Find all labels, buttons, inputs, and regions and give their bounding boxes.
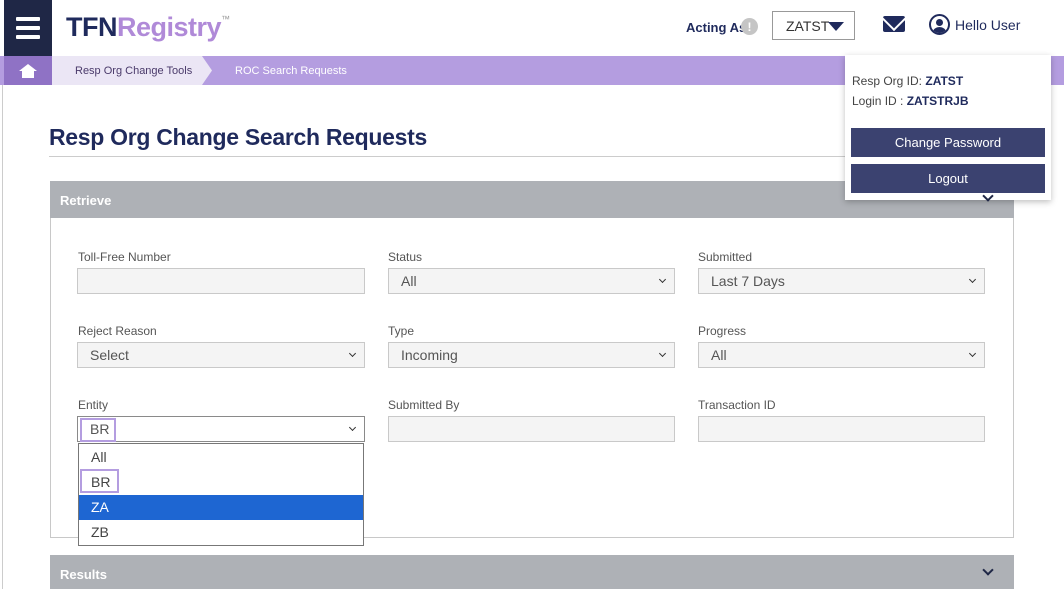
entity-value-highlight bbox=[80, 418, 116, 442]
chevron-down-icon bbox=[658, 275, 667, 284]
change-password-button[interactable]: Change Password bbox=[851, 128, 1045, 157]
toll-free-number-label: Toll-Free Number bbox=[78, 250, 171, 264]
caret-down-icon bbox=[828, 22, 844, 31]
status-label: Status bbox=[388, 250, 423, 264]
entity-option-br[interactable]: BR bbox=[79, 470, 363, 495]
home-button[interactable] bbox=[4, 56, 52, 85]
progress-select[interactable]: All bbox=[698, 342, 985, 368]
user-menu-label[interactable]: Hello User bbox=[955, 17, 1020, 33]
hamburger-menu-icon[interactable] bbox=[4, 0, 52, 56]
entity-dropdown-list: All BR ZA ZB bbox=[78, 443, 364, 546]
submitted-value: Last 7 Days bbox=[711, 273, 785, 289]
chevron-down-icon bbox=[348, 349, 357, 358]
acting-as-label: Acting As bbox=[686, 20, 747, 35]
user-avatar-icon[interactable] bbox=[929, 14, 950, 35]
acting-as-value: ZATST bbox=[786, 17, 830, 34]
acting-as-select[interactable]: ZATST bbox=[772, 11, 855, 40]
transaction-id-label: Transaction ID bbox=[698, 398, 776, 412]
submitted-by-label: Submitted By bbox=[388, 398, 460, 412]
login-id-line: Login ID : ZATSTRJB bbox=[852, 94, 969, 108]
results-panel-title: Results bbox=[60, 567, 107, 582]
type-label: Type bbox=[388, 324, 415, 338]
breadcrumb-item-resp-org-change-tools[interactable]: Resp Org Change Tools bbox=[75, 65, 192, 77]
entity-option-za[interactable]: ZA bbox=[79, 495, 363, 520]
reject-reason-value: Select bbox=[90, 347, 129, 363]
chevron-down-icon bbox=[348, 423, 357, 432]
submitted-label: Submitted bbox=[698, 250, 753, 264]
status-value: All bbox=[401, 273, 417, 289]
results-panel-header[interactable]: Results bbox=[50, 555, 1014, 589]
home-icon bbox=[19, 63, 37, 78]
user-menu-popup: Resp Org ID: ZATST Login ID : ZATSTRJB C… bbox=[845, 55, 1051, 200]
mail-icon[interactable] bbox=[883, 16, 905, 32]
reject-reason-select[interactable]: Select bbox=[77, 342, 365, 368]
entity-select[interactable]: BR bbox=[77, 416, 365, 442]
logout-button[interactable]: Logout bbox=[851, 164, 1045, 193]
submitted-by-input[interactable] bbox=[388, 416, 675, 442]
entity-option-all[interactable]: All bbox=[79, 445, 363, 470]
status-select[interactable]: All bbox=[388, 268, 675, 294]
retrieve-panel-title: Retrieve bbox=[60, 193, 112, 208]
toll-free-number-input[interactable] bbox=[77, 268, 365, 294]
chevron-down-icon bbox=[658, 349, 667, 358]
progress-label: Progress bbox=[698, 324, 747, 338]
entity-label: Entity bbox=[78, 398, 109, 412]
page-title: Resp Org Change Search Requests bbox=[49, 124, 427, 150]
reject-reason-label: Reject Reason bbox=[78, 324, 157, 338]
submitted-select[interactable]: Last 7 Days bbox=[698, 268, 985, 294]
type-value: Incoming bbox=[401, 347, 458, 363]
transaction-id-input[interactable] bbox=[698, 416, 985, 442]
breadcrumb-item-roc-search-requests: ROC Search Requests bbox=[235, 65, 347, 77]
chevron-down-icon bbox=[968, 275, 977, 284]
divider bbox=[2, 85, 3, 589]
progress-value: All bbox=[711, 347, 727, 363]
info-icon[interactable]: ! bbox=[741, 18, 758, 35]
resp-org-id-line: Resp Org ID: ZATST bbox=[852, 74, 964, 88]
title-divider bbox=[49, 156, 849, 157]
entity-option-zb[interactable]: ZB bbox=[79, 520, 363, 545]
type-select[interactable]: Incoming bbox=[388, 342, 675, 368]
entity-option-highlight bbox=[80, 469, 119, 493]
app-logo: TFNRegistry™ bbox=[66, 12, 230, 42]
chevron-down-icon bbox=[968, 349, 977, 358]
